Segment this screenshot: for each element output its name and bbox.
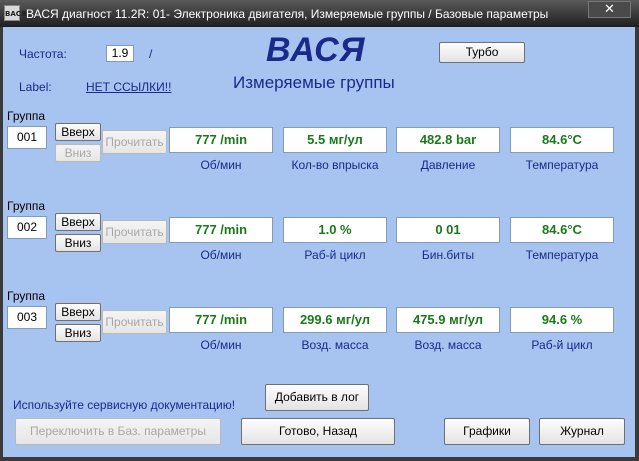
value-field: 0 01 xyxy=(396,217,500,243)
documentation-hint: Используйте сервисную документацию! xyxy=(13,398,236,412)
group-number-input[interactable]: 001 xyxy=(7,126,47,149)
value-caption: Температура xyxy=(525,158,599,172)
value-field: 94.6 % xyxy=(510,307,614,333)
group-label: Группа xyxy=(7,199,46,213)
add-to-log-button[interactable]: Добавить в лог xyxy=(265,384,369,411)
graphs-button[interactable]: Графики xyxy=(444,418,530,445)
value-field: 1.0 % xyxy=(283,217,387,243)
value-field: 84.6°C xyxy=(510,217,614,243)
page-title: Измеряемые группы xyxy=(233,73,395,92)
group-read-button[interactable]: Прочитать xyxy=(102,130,167,154)
value-caption: Об/мин xyxy=(200,248,242,262)
turbo-button[interactable]: Турбо xyxy=(439,42,525,63)
journal-button[interactable]: Журнал xyxy=(539,418,625,445)
value-field: 777 /min xyxy=(169,307,273,333)
value-caption: Давление xyxy=(420,158,476,172)
group-number-input[interactable]: 003 xyxy=(7,306,47,329)
frequency-value: 1.9 xyxy=(106,45,134,62)
value-field: 777 /min xyxy=(169,217,273,243)
value-caption: Бин.биты xyxy=(421,248,475,262)
value-caption: Об/мин xyxy=(200,158,242,172)
group-up-button[interactable]: Вверх xyxy=(55,213,101,231)
group-down-button[interactable]: Вниз xyxy=(55,234,101,252)
value-field: 482.8 bar xyxy=(396,127,500,153)
value-field: 84.6°C xyxy=(510,127,614,153)
value-caption: Возд. масса xyxy=(414,338,482,352)
label-link[interactable]: НЕТ ССЫЛКИ!! xyxy=(86,80,171,94)
group-up-button[interactable]: Вверх xyxy=(55,123,101,141)
close-button[interactable]: ✕ xyxy=(588,1,631,18)
group-up-button[interactable]: Вверх xyxy=(55,303,101,321)
app-name: ВАСЯ xyxy=(266,31,366,69)
title-bar: ВАСЯ ВАСЯ диагност 11.2R: 01- Электроник… xyxy=(0,0,639,27)
frequency-label: Частота: xyxy=(19,47,67,61)
value-field: 777 /min xyxy=(169,127,273,153)
group-label: Группа xyxy=(7,289,46,303)
value-caption: Об/мин xyxy=(200,338,242,352)
group-read-button[interactable]: Прочитать xyxy=(102,310,167,334)
app-icon: ВАСЯ xyxy=(4,5,26,21)
value-caption: Возд. масса xyxy=(301,338,369,352)
value-caption: Раб-й цикл xyxy=(531,338,593,352)
app-window: ВАСЯ ВАСЯ диагност 11.2R: 01- Электроник… xyxy=(0,0,639,461)
value-caption: Раб-й цикл xyxy=(304,248,366,262)
value-caption: Температура xyxy=(525,248,599,262)
value-field: 475.9 мг/ул xyxy=(396,307,500,333)
group-read-button[interactable]: Прочитать xyxy=(102,220,167,244)
done-back-button[interactable]: Готово, Назад xyxy=(241,418,395,445)
group-down-button[interactable]: Вниз xyxy=(55,324,101,342)
frequency-separator: / xyxy=(149,47,153,61)
main-panel: Частота: 1.9 / Label: НЕТ ССЫЛКИ!! ВАСЯ … xyxy=(3,27,635,457)
value-field: 5.5 мг/ул xyxy=(283,127,387,153)
value-field: 299.6 мг/ул xyxy=(283,307,387,333)
switch-basic-params-button[interactable]: Переключить в Баз. параметры xyxy=(15,418,221,445)
group-label: Группа xyxy=(7,109,46,123)
group-number-input[interactable]: 002 xyxy=(7,216,47,239)
value-caption: Кол-во впрыска xyxy=(291,158,379,172)
window-title: ВАСЯ диагност 11.2R: 01- Электроника дви… xyxy=(26,7,549,21)
group-down-button[interactable]: Вниз xyxy=(55,144,101,162)
label-caption: Label: xyxy=(19,80,52,94)
